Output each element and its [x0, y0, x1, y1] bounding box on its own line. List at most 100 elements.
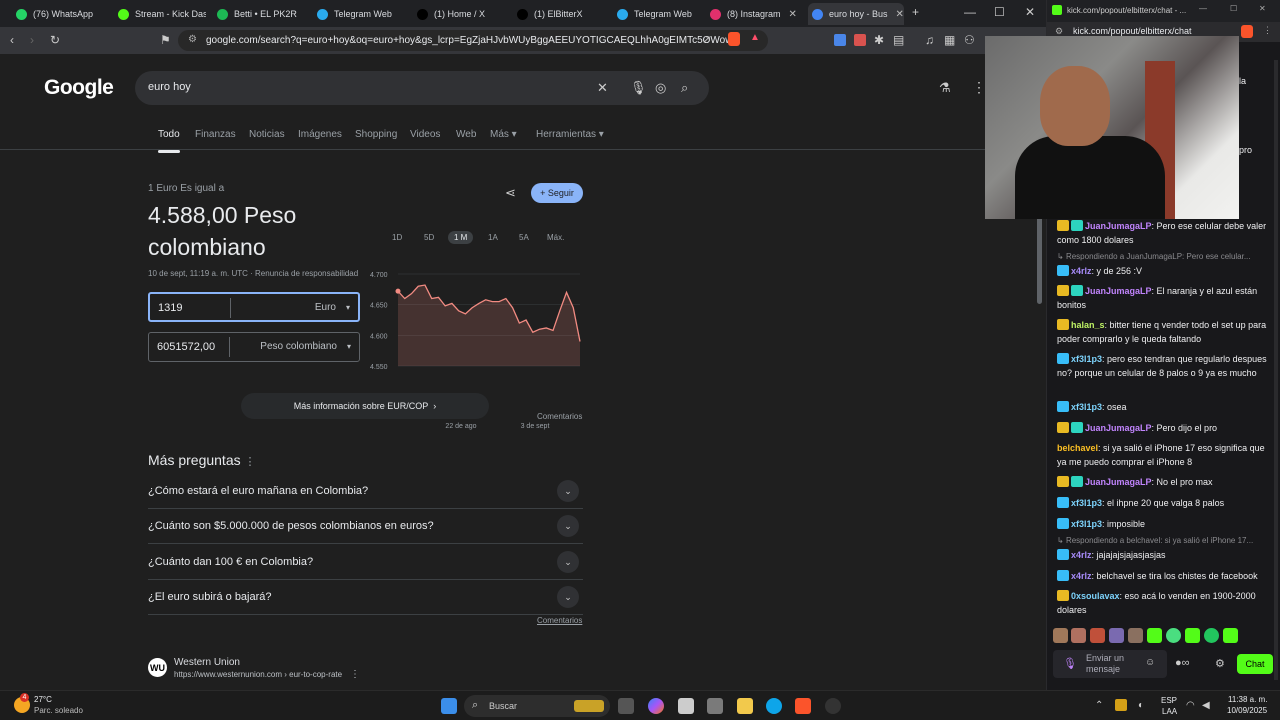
chevron-down-icon[interactable]: ▾: [347, 342, 351, 351]
chat-username[interactable]: 0xsoulavax: [1071, 591, 1120, 601]
converter-meta[interactable]: 10 de sept, 11:19 a. m. UTC · Renuncia d…: [148, 269, 358, 278]
to-amount-box[interactable]: 6051572,00 Peso colombiano ▾: [148, 332, 360, 362]
translate-icon[interactable]: [834, 34, 846, 46]
tab-imagenes[interactable]: Imágenes: [298, 129, 342, 140]
from-currency-select[interactable]: Euro: [315, 302, 336, 313]
browser-tab[interactable]: Telegram Web: [613, 3, 701, 25]
weather-desc[interactable]: Parc. soleado: [34, 706, 83, 715]
tab-web[interactable]: Web: [456, 129, 476, 140]
kick-url[interactable]: kick.com/popout/elbitterx/chat: [1073, 26, 1192, 36]
panel-icon[interactable]: ▦: [944, 33, 955, 47]
app-icon[interactable]: [825, 698, 841, 714]
task-view-icon[interactable]: [618, 698, 634, 714]
reload-icon[interactable]: ↻: [50, 33, 60, 47]
more-info-button[interactable]: Más información sobre EUR/COP ›: [241, 393, 489, 419]
lens-icon[interactable]: ◎: [655, 80, 666, 96]
emote-icon[interactable]: [1071, 628, 1086, 643]
questions-comments-link[interactable]: Comentarios: [537, 616, 582, 625]
comments-link[interactable]: Comentarios: [537, 412, 582, 421]
tray-chevron-icon[interactable]: ⌃: [1095, 700, 1103, 711]
emote-icon[interactable]: [1223, 628, 1238, 643]
range-5a[interactable]: 5A: [519, 233, 529, 242]
sidebar-icon[interactable]: ▤: [893, 33, 904, 47]
clock-time[interactable]: 11:38 a. m.: [1228, 695, 1267, 704]
close-tab-icon[interactable]: ✕: [896, 9, 904, 20]
chat-scrollbar[interactable]: [1274, 60, 1278, 680]
brave-icon[interactable]: [795, 698, 811, 714]
browser-tab[interactable]: (1) Home / X: [413, 3, 505, 25]
chevron-down-icon[interactable]: ⌄: [557, 515, 579, 537]
reply-context[interactable]: ↳ Respondiendo a JuanJumagaLP: Pero ese …: [1057, 252, 1267, 261]
wifi-icon[interactable]: ◠: [1186, 700, 1195, 711]
range-max[interactable]: Máx.: [547, 233, 564, 242]
tab-todo[interactable]: Todo: [158, 129, 180, 153]
send-chat-button[interactable]: Chat: [1237, 654, 1273, 674]
extensions-puzzle-icon[interactable]: ✱: [874, 33, 884, 47]
tray-app-icon[interactable]: [1115, 699, 1127, 711]
start-icon[interactable]: [441, 698, 457, 714]
store-icon[interactable]: [678, 698, 694, 714]
brave-rewards-icon[interactable]: ▲: [750, 32, 760, 44]
brave-shield-icon[interactable]: [728, 32, 740, 46]
back-icon[interactable]: ‹: [10, 33, 14, 47]
edge-icon[interactable]: [766, 698, 782, 714]
from-amount-box[interactable]: 1319 Euro ▾: [148, 292, 360, 322]
browser-tab[interactable]: (8) Instagram ✕: [706, 3, 802, 25]
keyboard-layout[interactable]: LAA: [1162, 707, 1177, 716]
minimize-button[interactable]: —: [964, 5, 976, 19]
more-options-icon[interactable]: ⋮: [245, 456, 256, 468]
settings-icon[interactable]: ⚙: [1215, 657, 1225, 670]
google-logo[interactable]: Google: [44, 76, 114, 100]
range-1m[interactable]: 1 M: [448, 231, 474, 244]
emote-icon[interactable]: [1147, 628, 1162, 643]
emote-icon[interactable]: [1053, 628, 1068, 643]
chat-username[interactable]: JuanJumagaLP: [1085, 477, 1152, 487]
kick-minimize-icon[interactable]: —: [1199, 4, 1207, 13]
tab-videos[interactable]: Videos: [410, 129, 440, 140]
browser-tab[interactable]: Stream - Kick Dash: [114, 3, 206, 25]
close-window-button[interactable]: ✕: [1025, 5, 1035, 19]
result-menu-icon[interactable]: ⋮: [350, 669, 360, 680]
tab-shopping[interactable]: Shopping: [355, 129, 397, 140]
from-amount-input[interactable]: 1319: [158, 302, 182, 314]
chat-username[interactable]: belchavel: [1057, 443, 1098, 453]
emote-icon[interactable]: [1090, 628, 1105, 643]
profile-icon[interactable]: ⚇: [964, 33, 975, 47]
reply-context[interactable]: ↳ Respondiendo a belchavel: si ya salió …: [1057, 536, 1267, 545]
copilot-icon[interactable]: [648, 698, 664, 714]
chart-hover-point[interactable]: [395, 288, 401, 294]
question-item[interactable]: ¿Cuánto son $5.000.000 de pesos colombia…: [148, 509, 583, 544]
close-tab-icon[interactable]: ✕: [789, 9, 797, 20]
chat-username[interactable]: xf3l1p3: [1071, 498, 1102, 508]
music-icon[interactable]: ♫: [925, 33, 934, 47]
search-box[interactable]: euro hoy ✕ 🎙 ◎ ⌕: [135, 71, 709, 105]
snipping-icon[interactable]: [707, 698, 723, 714]
language-indicator[interactable]: ESP: [1161, 696, 1177, 705]
chat-username[interactable]: JuanJumagaLP: [1085, 221, 1152, 231]
browser-tab[interactable]: euro hoy - Bus ✕: [808, 3, 904, 25]
question-item[interactable]: ¿Cómo estará el euro mañana en Colombia?…: [148, 474, 583, 509]
kick-maximize-icon[interactable]: ☐: [1230, 4, 1237, 13]
chevron-down-icon[interactable]: ▾: [346, 303, 350, 312]
emote-icon[interactable]: [1166, 628, 1181, 643]
chat-username[interactable]: xf3l1p3: [1071, 402, 1102, 412]
to-amount-input[interactable]: 6051572,00: [157, 341, 215, 353]
chat-username[interactable]: x4rlz: [1071, 571, 1092, 581]
clear-icon[interactable]: ✕: [597, 80, 608, 96]
emote-icon[interactable]: [1128, 628, 1143, 643]
menu-icon[interactable]: ⋮: [1263, 25, 1272, 36]
page-scrollbar[interactable]: [1037, 204, 1042, 304]
range-1a[interactable]: 1A: [488, 233, 498, 242]
browser-tab[interactable]: Telegram Web: [313, 3, 405, 25]
chat-username[interactable]: xf3l1p3: [1071, 354, 1102, 364]
tray-app-icon[interactable]: ◐: [1138, 700, 1144, 711]
chat-username[interactable]: x4rlz: [1071, 266, 1092, 276]
result-site-name[interactable]: Western Union: [174, 657, 240, 668]
url-field[interactable]: ⚙ google.com/search?q=euro+hoy&oq=euro+h…: [178, 30, 768, 51]
tab-finanzas[interactable]: Finanzas: [195, 129, 236, 140]
extension-icon[interactable]: [854, 34, 866, 46]
chat-username[interactable]: JuanJumagaLP: [1085, 286, 1152, 296]
result-url[interactable]: https://www.westernunion.com › eur-to-co…: [174, 670, 342, 679]
kick-close-icon[interactable]: ✕: [1259, 4, 1266, 13]
chevron-down-icon[interactable]: ⌄: [557, 551, 579, 573]
